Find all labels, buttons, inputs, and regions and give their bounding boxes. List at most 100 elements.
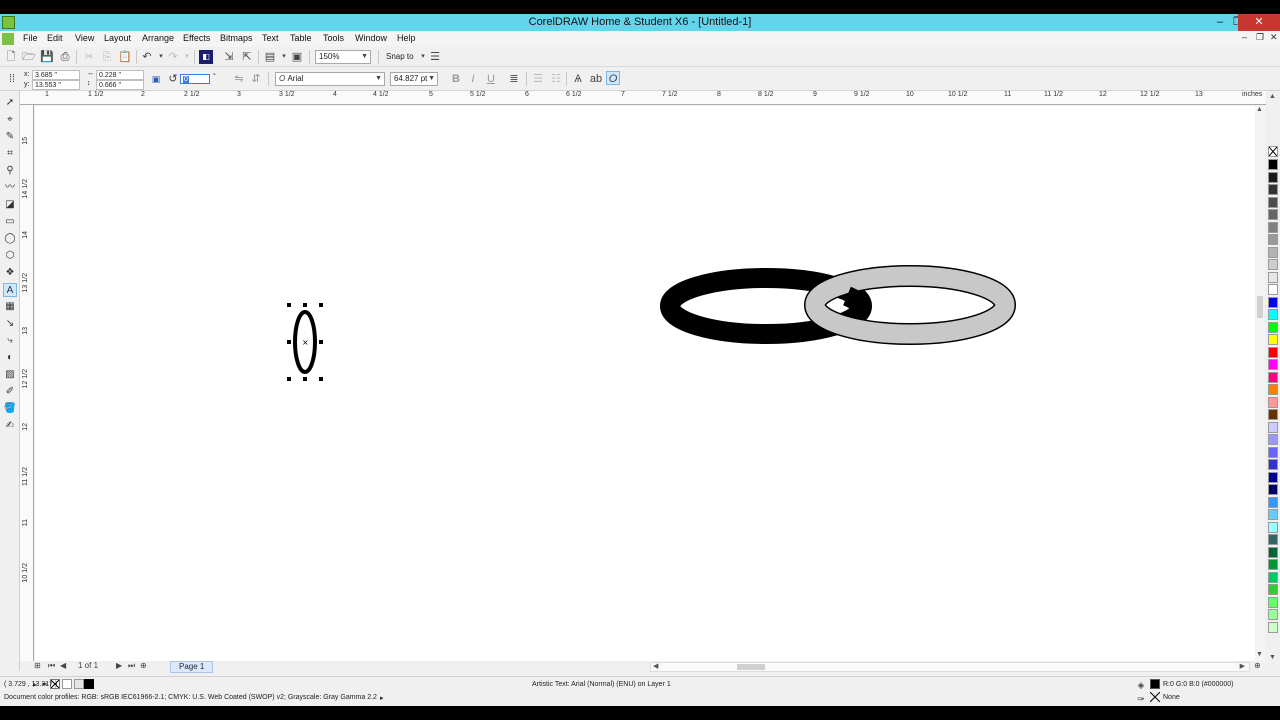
palette-swatch[interactable] xyxy=(1268,234,1278,245)
palette-swatch[interactable] xyxy=(1268,396,1278,408)
profiles-arrow-icon[interactable]: ▸ xyxy=(380,694,384,702)
pick-tool-icon[interactable]: ➚ xyxy=(3,96,17,110)
menu-file[interactable]: File xyxy=(23,33,38,43)
outline-none-box[interactable] xyxy=(1149,691,1161,703)
basic-shapes-icon[interactable]: ❖ xyxy=(3,266,17,280)
export-icon[interactable]: ⇱ xyxy=(240,50,254,64)
opentype-features-icon[interactable]: O xyxy=(606,71,620,85)
full-screen-preview-icon[interactable]: ▣ xyxy=(290,50,304,64)
menu-window[interactable]: Window xyxy=(355,33,387,43)
white-swatch[interactable] xyxy=(62,679,72,689)
palette-swatch[interactable] xyxy=(1268,496,1278,508)
text-tool-icon[interactable]: A xyxy=(3,283,17,297)
smudge-brush-icon[interactable]: ✎ xyxy=(3,130,17,144)
launcher-dropdown-icon[interactable]: ▾ xyxy=(277,50,291,64)
palette-swatch[interactable] xyxy=(1268,421,1278,433)
save-icon[interactable]: 💾 xyxy=(40,50,54,64)
drop-cap-icon[interactable]: ☷ xyxy=(549,72,563,86)
palette-swatch[interactable] xyxy=(1268,471,1278,483)
add-page-icon[interactable]: ⊕ xyxy=(140,661,147,670)
menu-table[interactable]: Table xyxy=(290,33,312,43)
application-launcher-icon[interactable]: ▤ xyxy=(263,50,277,64)
open-icon[interactable]: 🗁 xyxy=(22,50,36,64)
italic-icon[interactable]: I xyxy=(466,72,480,86)
palette-swatch[interactable] xyxy=(1268,596,1278,608)
bold-icon[interactable]: B xyxy=(449,72,463,86)
cut-icon[interactable]: ✂ xyxy=(82,50,96,64)
font-size-select[interactable]: 64.827 pt ▼ xyxy=(390,72,438,86)
menu-edit[interactable]: Edit xyxy=(47,33,63,43)
text-properties-icon[interactable]: Ѧ xyxy=(571,72,585,86)
mirror-horizontal-icon[interactable]: ⇋ xyxy=(232,72,246,86)
object-width-field[interactable]: 0.228 " xyxy=(96,70,144,80)
table-tool-icon[interactable]: ▦ xyxy=(3,300,17,314)
bullet-list-icon[interactable]: ☰ xyxy=(531,72,545,86)
palette-swatch[interactable] xyxy=(1268,246,1278,258)
palette-swatch[interactable] xyxy=(1268,209,1278,220)
snap-to-button[interactable]: Snap to xyxy=(386,52,414,61)
rotation-icon[interactable]: ↺ xyxy=(166,72,180,86)
scroll-down-icon[interactable]: ▼ xyxy=(1256,651,1263,658)
redo-dropdown-icon[interactable]: ▾ xyxy=(180,50,194,64)
horizontal-scroll-thumb[interactable] xyxy=(737,664,765,670)
scroll-left-icon[interactable]: ◀ xyxy=(653,662,658,670)
menu-help[interactable]: Help xyxy=(397,33,416,43)
palette-swatch[interactable] xyxy=(1268,334,1278,345)
palette-swatch[interactable] xyxy=(1268,184,1278,195)
first-page-icon[interactable]: ⏮ xyxy=(48,661,55,671)
palette-swatch[interactable] xyxy=(1268,509,1278,520)
eyedropper-tool-icon[interactable]: ✐ xyxy=(3,385,17,399)
palette-swatch[interactable] xyxy=(1268,446,1278,458)
doc-restore-button[interactable]: ❐ xyxy=(1256,32,1264,43)
document-navigator-icon[interactable]: ⊞ xyxy=(34,661,41,670)
interactive-effects-icon[interactable]: ◐ xyxy=(3,351,17,365)
object-height-field[interactable]: 0.666 " xyxy=(96,80,144,90)
fill-tool-icon[interactable]: 🪣 xyxy=(3,402,17,416)
light-gray-swatch[interactable] xyxy=(74,679,84,689)
menu-text[interactable]: Text xyxy=(262,33,279,43)
transparency-tool-icon[interactable]: ▨ xyxy=(3,368,17,382)
smart-fill-icon[interactable]: ◪ xyxy=(3,198,17,212)
smart-drawing-icon[interactable]: ✍ xyxy=(3,419,17,433)
vertical-scroll-thumb[interactable] xyxy=(1257,296,1263,318)
connector-tool-icon[interactable]: ⤷ xyxy=(3,334,17,348)
copy-icon[interactable]: ⎘ xyxy=(100,50,114,64)
crop-tool-icon[interactable]: ⌗ xyxy=(3,147,17,161)
edit-text-icon[interactable]: ab xyxy=(589,72,603,86)
mirror-vertical-icon[interactable]: ⇵ xyxy=(249,72,263,86)
palette-swatch[interactable] xyxy=(1268,371,1278,383)
selected-text-object[interactable]: × xyxy=(293,310,317,374)
palette-scroll-up-icon[interactable]: ▲ xyxy=(1269,93,1276,100)
menu-layout[interactable]: Layout xyxy=(104,33,131,43)
palette-swatch[interactable] xyxy=(1268,296,1278,308)
fill-color-box[interactable] xyxy=(1150,679,1160,689)
menu-bitmaps[interactable]: Bitmaps xyxy=(220,33,253,43)
next-page-icon[interactable]: ▶ xyxy=(116,661,122,670)
doc-minimize-button[interactable]: – xyxy=(1242,32,1247,42)
options-icon[interactable]: ☰ xyxy=(428,50,442,64)
palette-swatch[interactable] xyxy=(1268,259,1278,270)
palette-swatch[interactable] xyxy=(1268,271,1278,283)
x-position-field[interactable]: 3.685 " xyxy=(32,70,80,80)
menu-tools[interactable]: Tools xyxy=(323,33,344,43)
close-button[interactable]: ✕ xyxy=(1238,14,1280,31)
palette-swatch[interactable] xyxy=(1268,584,1278,595)
palette-swatch[interactable] xyxy=(1268,309,1278,320)
freehand-tool-icon[interactable]: 〰 xyxy=(3,181,17,195)
lock-ratio-icon[interactable]: ▣ xyxy=(149,72,163,86)
palette-swatch[interactable] xyxy=(1268,484,1278,495)
doc-close-button[interactable]: ✕ xyxy=(1270,32,1278,43)
palette-swatch[interactable] xyxy=(1268,359,1278,370)
palette-swatch[interactable] xyxy=(1268,384,1278,395)
palette-swatch[interactable] xyxy=(1268,521,1278,533)
palette-swatch[interactable] xyxy=(1268,171,1278,183)
scroll-right-icon[interactable]: ▶ xyxy=(1240,662,1245,670)
underline-icon[interactable]: U xyxy=(484,72,498,86)
palette-swatch[interactable] xyxy=(1268,284,1278,295)
palette-scroll-down-icon[interactable]: ▼ xyxy=(1269,654,1276,661)
ellipse-tool-icon[interactable]: ◯ xyxy=(3,232,17,246)
scroll-up-icon[interactable]: ▲ xyxy=(1256,106,1263,113)
vertical-scrollbar[interactable]: ▲ ▼ xyxy=(1255,106,1265,661)
minimize-button[interactable]: – xyxy=(1212,14,1228,31)
palette-swatch[interactable] xyxy=(1268,321,1278,333)
